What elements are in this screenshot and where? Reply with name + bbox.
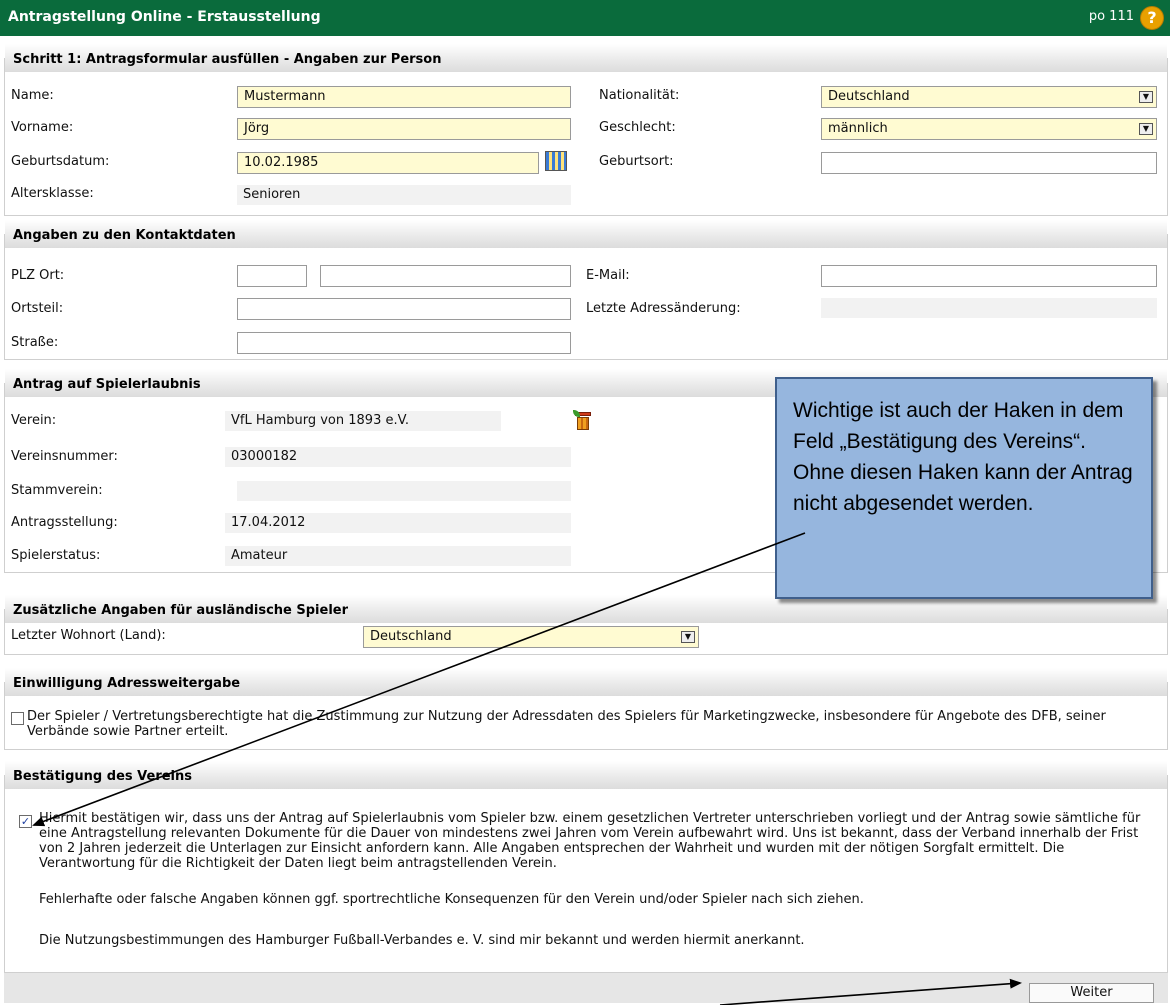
geschlecht-label: Geschlecht: xyxy=(599,120,676,135)
ortsteil-field[interactable] xyxy=(237,298,571,320)
einwilligung-text: Der Spieler / Vertretungsberechtigte hat… xyxy=(27,709,1106,739)
geburtsdatum-field[interactable]: 10.02.1985 xyxy=(237,152,539,174)
nationalitaet-select[interactable]: Deutschland ▼ xyxy=(821,86,1157,108)
wohnort-select[interactable]: Deutschland ▼ xyxy=(363,626,699,648)
nationalitaet-label: Nationalität: xyxy=(599,88,680,103)
altersklasse-label: Altersklasse: xyxy=(11,186,94,201)
strasse-label: Straße: xyxy=(11,335,59,350)
page-title: Antragstellung Online - Erstausstellung xyxy=(8,9,321,25)
section-antrag-title: Antrag auf Spielerlaubnis xyxy=(13,377,201,392)
wohnort-value: Deutschland xyxy=(370,629,452,644)
section-einwilligung: Einwilligung Adressweitergabe Der Spiele… xyxy=(4,668,1168,750)
section-einwilligung-header: Einwilligung Adressweitergabe xyxy=(5,668,1167,696)
vorname-field[interactable]: Jörg xyxy=(237,118,571,140)
verein-value: VfL Hamburg von 1893 e.V. xyxy=(225,411,501,431)
vorname-label: Vorname: xyxy=(11,120,74,135)
einwilligung-checkbox[interactable] xyxy=(11,712,24,725)
antragsstellung-value: 17.04.2012 xyxy=(225,513,571,533)
geburtsort-field[interactable] xyxy=(821,152,1157,174)
plz-field[interactable] xyxy=(237,265,307,287)
chevron-down-icon[interactable]: ▼ xyxy=(681,631,695,643)
bestaetigung-checkbox[interactable]: ✓ xyxy=(19,815,32,828)
bestaetigung-text-2: Fehlerhafte oder falsche Angaben können … xyxy=(39,892,864,907)
help-icon[interactable]: ? xyxy=(1140,6,1164,30)
geschlecht-value: männlich xyxy=(828,121,888,136)
ortsteil-label: Ortsteil: xyxy=(11,301,64,316)
section-bestaetigung: Bestätigung des Vereins ✓ Hiermit bestät… xyxy=(4,761,1168,973)
section-contact: Angaben zu den Kontaktdaten PLZ Ort: Ort… xyxy=(4,220,1168,360)
geburtsort-label: Geburtsort: xyxy=(599,154,674,169)
ort-field[interactable] xyxy=(320,265,571,287)
section-person-header: Schritt 1: Antragsformular ausfüllen - A… xyxy=(5,44,1167,72)
stammverein-value xyxy=(237,481,571,501)
section-auslaender: Zusätzliche Angaben für ausländische Spi… xyxy=(4,595,1168,655)
antragsstellung-label: Antragsstellung: xyxy=(11,515,118,530)
bestaetigung-text-3: Die Nutzungsbestimmungen des Hamburger F… xyxy=(39,933,805,948)
verein-label: Verein: xyxy=(11,413,57,428)
wohnort-label: Letzter Wohnort (Land): xyxy=(11,628,166,643)
vereinsnummer-value: 03000182 xyxy=(225,447,571,467)
callout-text: Wichtige ist auch der Haken in dem Feld … xyxy=(793,399,1133,515)
annotation-callout: Wichtige ist auch der Haken in dem Feld … xyxy=(775,377,1153,599)
email-label: E-Mail: xyxy=(586,268,630,283)
weiter-button[interactable]: Weiter xyxy=(1029,983,1154,1003)
letzte-adressaenderung-label: Letzte Adressänderung: xyxy=(586,301,741,316)
spielerstatus-value: Amateur xyxy=(225,546,571,566)
spielerstatus-label: Spielerstatus: xyxy=(11,548,101,563)
chevron-down-icon[interactable]: ▼ xyxy=(1139,123,1153,135)
altersklasse-value: Senioren xyxy=(237,185,571,205)
footer-bar xyxy=(4,973,1168,1003)
window-titlebar: Antragstellung Online - Erstausstellung … xyxy=(0,0,1170,36)
name-field[interactable]: Mustermann xyxy=(237,86,571,108)
section-contact-title: Angaben zu den Kontaktdaten xyxy=(13,228,236,243)
page-code: po 111 xyxy=(1088,9,1134,24)
section-person: Schritt 1: Antragsformular ausfüllen - A… xyxy=(4,44,1168,216)
section-auslaender-title: Zusätzliche Angaben für ausländische Spi… xyxy=(13,603,349,618)
plz-label: PLZ Ort: xyxy=(11,268,65,283)
delete-icon[interactable] xyxy=(573,410,593,432)
letzte-adressaenderung-value xyxy=(821,298,1157,318)
section-person-title: Schritt 1: Antragsformular ausfüllen - A… xyxy=(13,52,442,67)
geburtsdatum-label: Geburtsdatum: xyxy=(11,154,110,169)
calendar-icon[interactable] xyxy=(545,151,567,171)
section-auslaender-header: Zusätzliche Angaben für ausländische Spi… xyxy=(5,595,1167,623)
stammverein-label: Stammverein: xyxy=(11,483,103,498)
section-einwilligung-title: Einwilligung Adressweitergabe xyxy=(13,676,241,691)
name-label: Name: xyxy=(11,88,54,103)
section-contact-header: Angaben zu den Kontaktdaten xyxy=(5,220,1167,248)
section-bestaetigung-header: Bestätigung des Vereins xyxy=(5,761,1167,789)
chevron-down-icon[interactable]: ▼ xyxy=(1139,91,1153,103)
vereinsnummer-label: Vereinsnummer: xyxy=(11,449,118,464)
geschlecht-select[interactable]: männlich ▼ xyxy=(821,118,1157,140)
strasse-field[interactable] xyxy=(237,332,571,354)
bestaetigung-text-1: Hiermit bestätigen wir, dass uns der Ant… xyxy=(39,811,1141,871)
section-bestaetigung-title: Bestätigung des Vereins xyxy=(13,769,192,784)
nationalitaet-value: Deutschland xyxy=(828,89,910,104)
email-field[interactable] xyxy=(821,265,1157,287)
